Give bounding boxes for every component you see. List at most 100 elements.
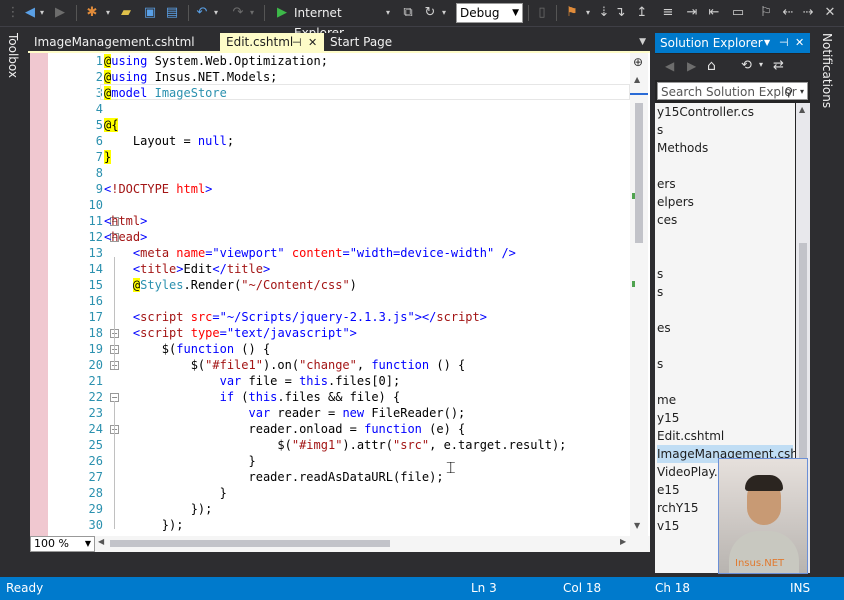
redo-icon[interactable]: ↷ (230, 3, 246, 23)
solution-tree-item[interactable]: s (657, 265, 663, 283)
code-line[interactable]: <meta name="viewport" content="width=dev… (104, 245, 516, 261)
scroll-up-icon[interactable]: ▲ (799, 105, 805, 114)
editor-vertical-scrollbar[interactable]: ⊕ ▲ ▼ (630, 53, 648, 536)
code-line[interactable]: if (this.files && file) { (104, 389, 401, 405)
find-in-files-icon[interactable]: ⚑ (564, 3, 580, 23)
solution-tree-item[interactable]: ers (657, 175, 676, 193)
scroll-down-icon[interactable]: ▼ (634, 521, 640, 530)
undo-dropdown-icon[interactable]: ▾ (212, 3, 220, 23)
solution-explorer-title-bar[interactable]: Solution Explorer ▼ ⊣ ✕ (655, 33, 810, 53)
scroll-left-icon[interactable]: ◀ (98, 537, 104, 546)
tab-imagemanagement[interactable]: ImageManagement.cshtml (28, 33, 220, 52)
code-line[interactable]: @using Insus.NET.Models; (104, 69, 277, 85)
code-line[interactable]: @{ (104, 117, 119, 133)
scroll-right-icon[interactable]: ▶ (620, 537, 626, 546)
code-line[interactable]: <script src="~/Scripts/jquery-2.1.3.js">… (104, 309, 487, 325)
code-line[interactable]: <!DOCTYPE html> (104, 181, 212, 197)
solution-tree-item[interactable]: s (657, 283, 663, 301)
redo-dropdown-icon[interactable]: ▾ (248, 3, 256, 23)
step-over-icon[interactable]: ↴ (612, 3, 628, 23)
code-line[interactable]: var file = this.files[0]; (104, 373, 401, 389)
refresh-icon[interactable]: ↻ (422, 3, 438, 23)
solution-tree-item[interactable]: s (657, 355, 663, 373)
back-icon[interactable]: ◀ (665, 59, 674, 73)
refresh-dropdown-icon[interactable]: ▾ (440, 3, 448, 23)
indicator-margin[interactable] (30, 53, 48, 536)
solution-tree-item[interactable]: v15 (657, 517, 679, 535)
tab-start-page[interactable]: Start Page (324, 33, 424, 52)
code-line[interactable]: }); (104, 501, 213, 517)
solution-tree-item[interactable]: Methods (657, 139, 708, 157)
browser-link-icon[interactable]: ⧉ (400, 3, 416, 23)
code-editor[interactable]: 1234567891011−12−131415161718−19−20−2122… (30, 53, 650, 536)
code-line[interactable]: } (104, 149, 112, 165)
code-line[interactable]: } (104, 485, 227, 501)
code-line[interactable]: var reader = new FileReader(); (104, 405, 466, 421)
notifications-strip[interactable]: Notifications (812, 27, 844, 577)
home-icon[interactable]: ⌂ (707, 58, 716, 74)
new-project-dropdown-icon[interactable]: ▾ (104, 3, 112, 23)
start-debug-icon[interactable]: ▶ (274, 3, 290, 23)
code-line[interactable]: <title>Edit</title> (104, 261, 270, 277)
tab-edit[interactable]: Edit.cshtml ⊣ ✕ (220, 33, 324, 52)
sync-icon[interactable]: ⇄ (773, 58, 784, 73)
comment-icon[interactable]: ▭ (730, 3, 746, 23)
close-icon[interactable]: ✕ (795, 33, 804, 53)
pin-icon[interactable]: ⊣ (292, 33, 302, 52)
back-icon[interactable]: ◀ (22, 3, 38, 23)
pin-icon[interactable]: ⊣ (779, 33, 789, 53)
close-icon[interactable]: ✕ (308, 33, 317, 52)
code-line[interactable]: $(function () { (104, 341, 270, 357)
search-options-icon[interactable]: ▾ (800, 83, 804, 99)
toolbox-label[interactable]: Toolbox (6, 33, 20, 78)
chevron-down-icon[interactable]: ▾ (759, 60, 763, 69)
forward-icon[interactable]: ▶ (52, 3, 68, 23)
solution-tree-item[interactable]: y15 (657, 409, 679, 427)
indent-icon[interactable]: ⇥ (684, 3, 700, 23)
new-project-icon[interactable]: ✱ (84, 3, 100, 23)
forward-icon[interactable]: ▶ (687, 59, 696, 73)
code-line[interactable]: <script type="text/javascript"> (104, 325, 357, 341)
code-line[interactable]: @using System.Web.Optimization; (104, 53, 328, 69)
notifications-label[interactable]: Notifications (820, 33, 834, 108)
code-line[interactable]: @model ImageStore (104, 85, 227, 101)
pending-changes-icon[interactable]: ⟲ (741, 58, 752, 73)
save-icon[interactable]: ▣ (142, 3, 158, 23)
solution-tree-item[interactable]: elpers (657, 193, 694, 211)
step-into-icon[interactable]: ⇣ (596, 3, 612, 23)
undo-icon[interactable]: ↶ (194, 3, 210, 23)
solution-search-input[interactable]: Search Solution Explor ⚲ ▾ (657, 82, 808, 100)
code-line[interactable]: $("#file1").on("change", function () { (104, 357, 466, 373)
run-target-label[interactable]: Internet Explorer (294, 3, 384, 40)
save-all-icon[interactable]: ▤ (164, 3, 180, 23)
code-line[interactable]: <html> (104, 213, 147, 229)
split-icon[interactable]: ⊕ (633, 55, 643, 69)
solution-tree-item[interactable]: me (657, 391, 676, 409)
prev-bookmark-icon[interactable]: ⇠ (780, 3, 796, 23)
step-out-icon[interactable]: ↥ (634, 3, 650, 23)
back-dropdown-icon[interactable]: ▾ (38, 3, 46, 23)
solution-tree-item[interactable]: e15 (657, 481, 680, 499)
horizontal-scroll-thumb[interactable] (110, 540, 390, 547)
scroll-up-icon[interactable]: ▲ (634, 75, 640, 84)
solution-tree-item[interactable]: es (657, 319, 671, 337)
overflow-icon[interactable]: ▾ (584, 3, 592, 23)
toolbox-strip[interactable]: Toolbox (0, 27, 24, 577)
code-line[interactable]: <head> (104, 229, 147, 245)
solution-tree-item[interactable]: ces (657, 211, 677, 229)
code-line[interactable]: reader.onload = function (e) { (104, 421, 465, 437)
device-icon[interactable]: ▯ (534, 3, 550, 23)
code-line[interactable]: Layout = null; (104, 133, 234, 149)
tab-overflow-icon[interactable]: ▼ (639, 33, 646, 52)
solution-tree-item[interactable]: rchY15 (657, 499, 698, 517)
next-bookmark-icon[interactable]: ⇢ (800, 3, 816, 23)
open-folder-icon[interactable]: ▰ (118, 3, 134, 23)
code-line[interactable]: }); (104, 517, 184, 533)
window-position-icon[interactable]: ▼ (764, 33, 770, 53)
scroll-thumb[interactable] (635, 103, 643, 243)
code-line[interactable]: reader.readAsDataURL(file); (104, 469, 443, 485)
clear-bookmarks-icon[interactable]: ✕ (822, 3, 838, 23)
code-line[interactable]: @Styles.Render("~/Content/css") (104, 277, 357, 293)
align-left-icon[interactable]: ≡ (660, 3, 676, 23)
solution-tree-item[interactable]: Edit.cshtml (657, 427, 724, 445)
